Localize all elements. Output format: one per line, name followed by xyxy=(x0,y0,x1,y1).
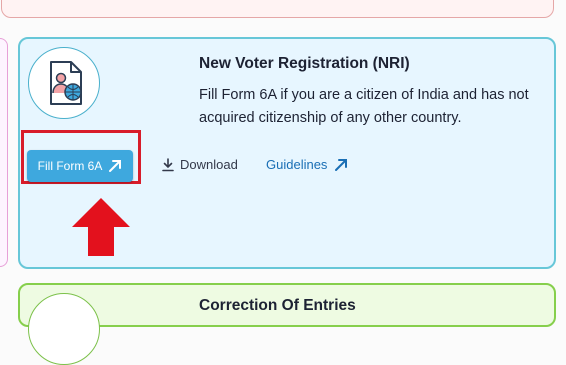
card-title: New Voter Registration (NRI) xyxy=(199,55,410,72)
correction-document-icon xyxy=(28,293,100,365)
arrow-up-right-icon xyxy=(109,160,122,172)
download-label: Download xyxy=(180,157,238,172)
download-icon xyxy=(162,157,174,171)
guidelines-link[interactable]: Guidelines xyxy=(266,157,348,172)
correction-card-title: Correction Of Entries xyxy=(199,297,356,314)
card-description: Fill Form 6A if you are a citizen of Ind… xyxy=(199,87,529,126)
fill-form-button-label: Fill Form 6A xyxy=(37,159,103,173)
voter-document-globe-icon xyxy=(28,47,100,119)
previous-card xyxy=(1,0,554,18)
download-link[interactable]: Download xyxy=(162,157,238,172)
arrow-up-right-icon xyxy=(335,158,348,171)
side-card-edge xyxy=(0,38,8,267)
fill-form-6a-button[interactable]: Fill Form 6A xyxy=(27,150,133,182)
red-up-arrow-annotation xyxy=(72,198,130,256)
guidelines-label: Guidelines xyxy=(266,157,328,172)
